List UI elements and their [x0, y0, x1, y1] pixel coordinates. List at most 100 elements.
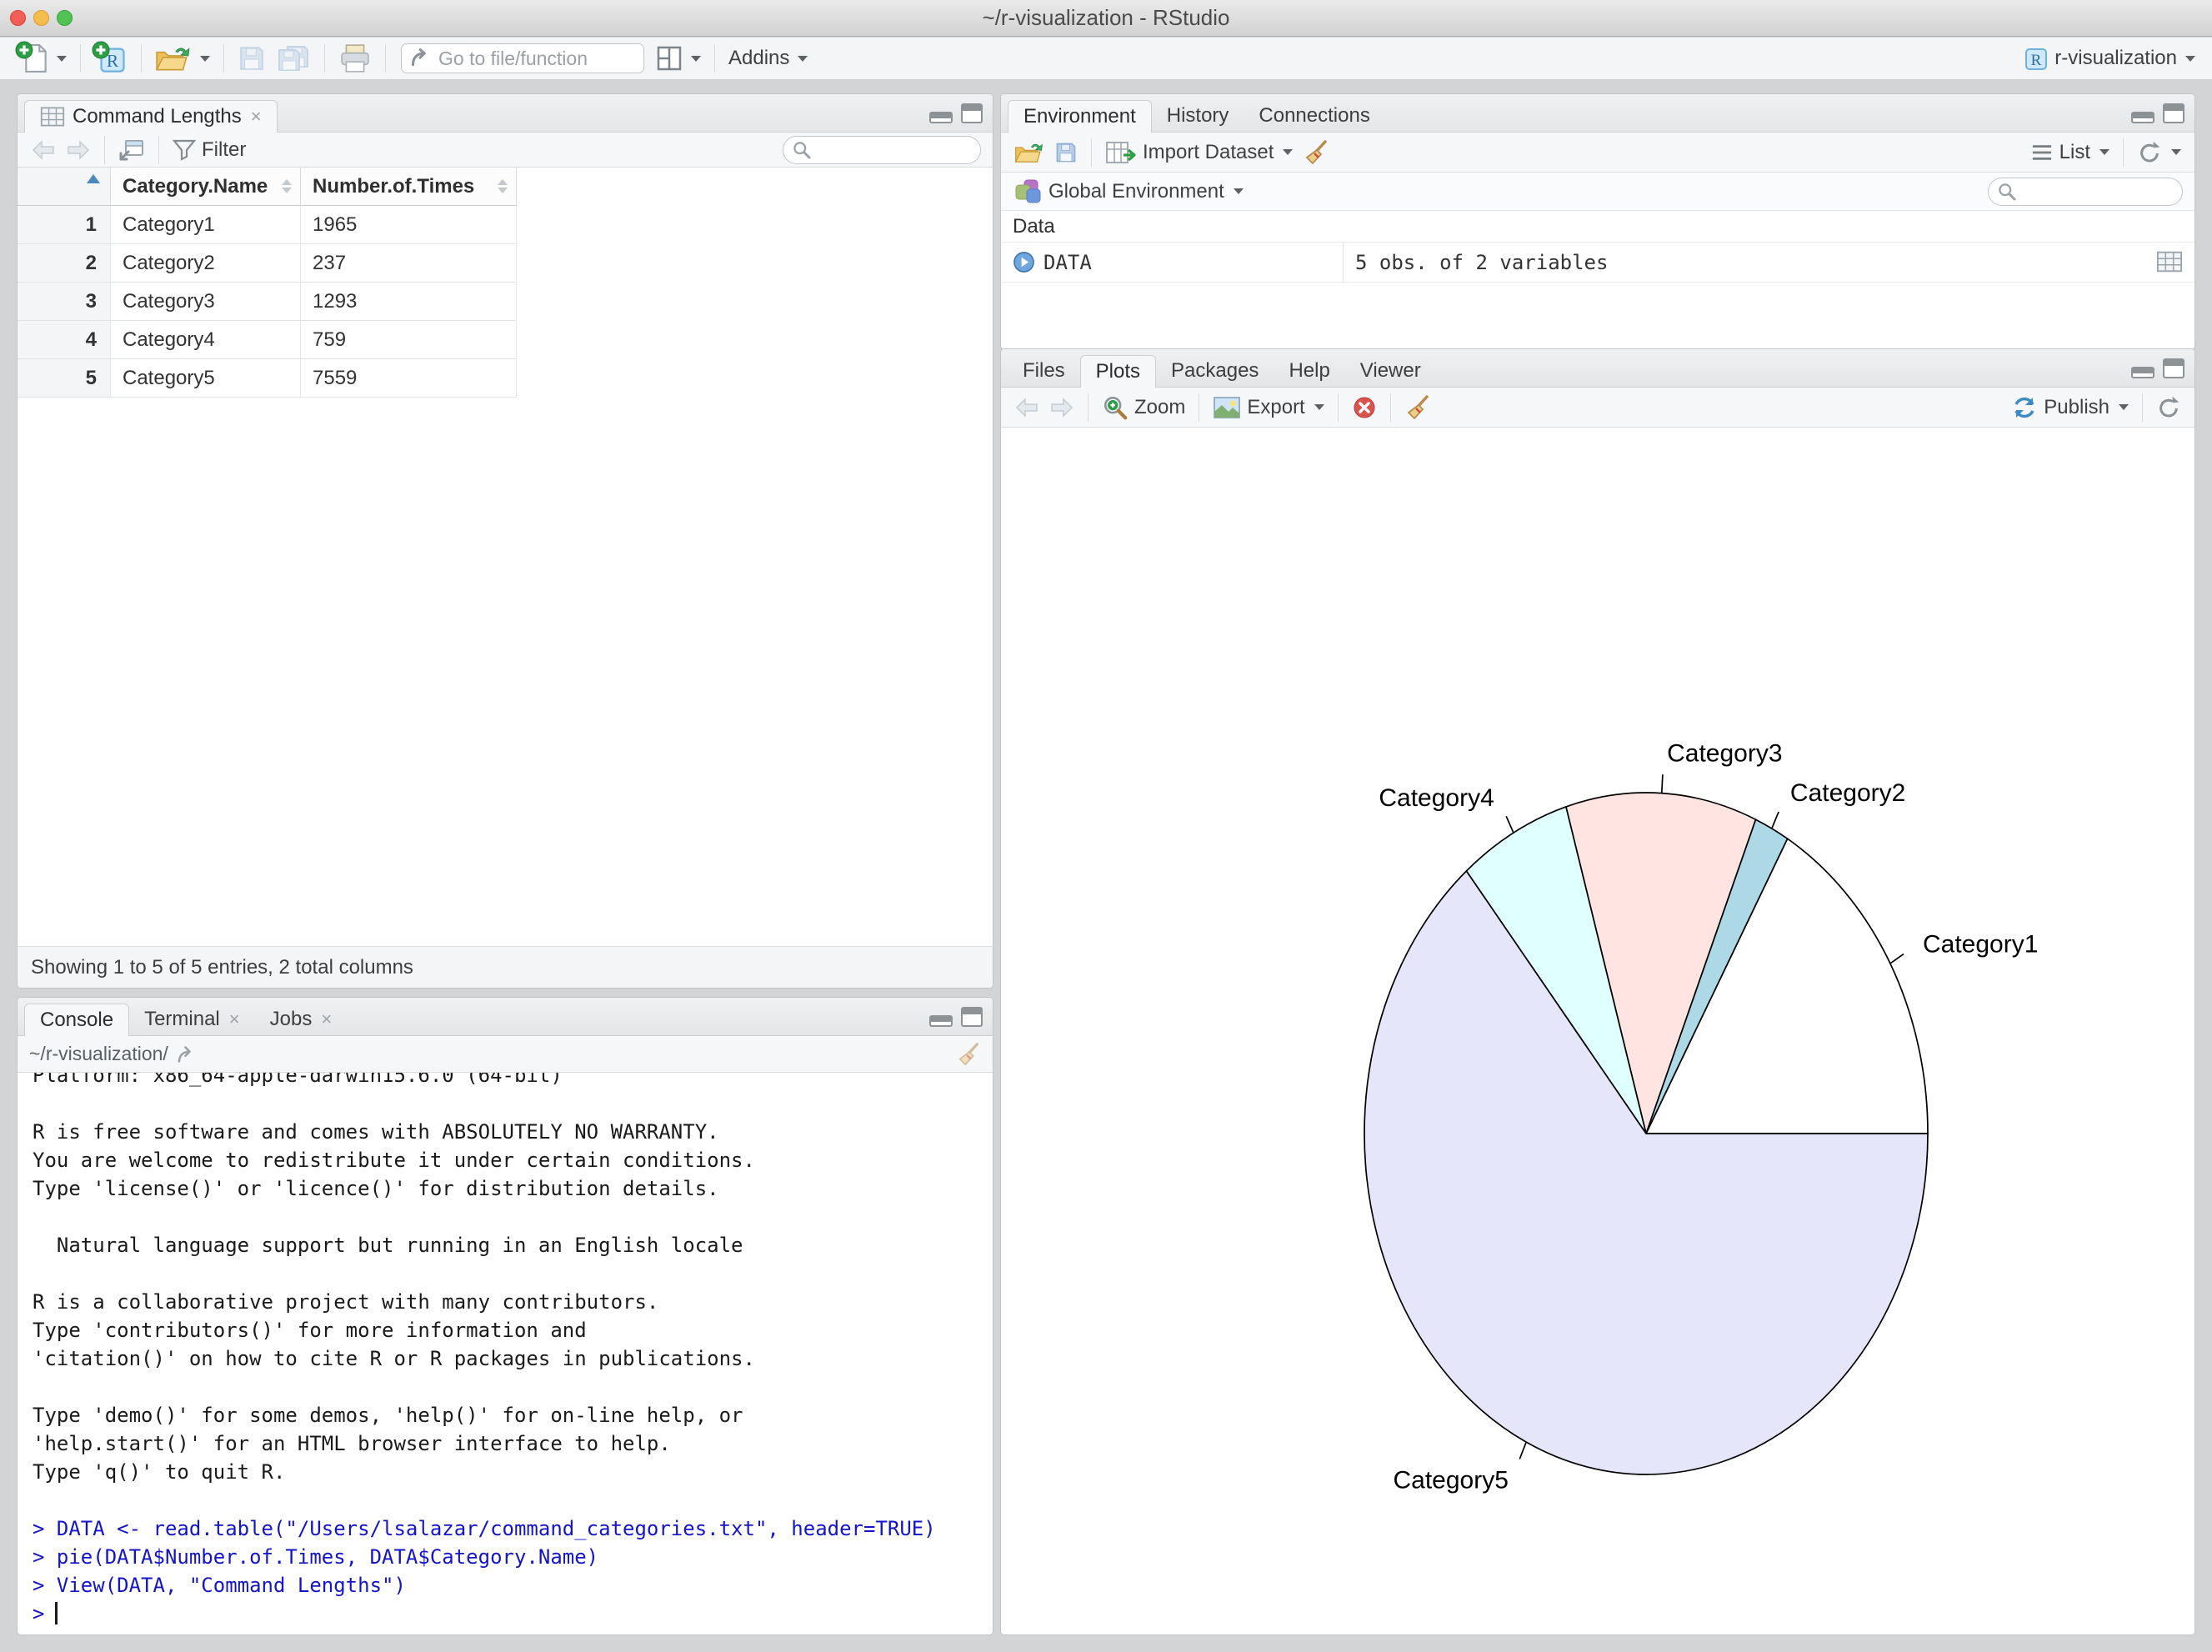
minimize-pane-icon[interactable]: [929, 1015, 953, 1027]
console-output[interactable]: Platform: x86_64-apple-darwin15.6.0 (64-…: [18, 1073, 993, 1634]
viewer-tab-label: Command Lengths: [73, 105, 242, 128]
close-window-button[interactable]: [10, 10, 26, 26]
maximize-pane-icon[interactable]: [961, 103, 983, 123]
view-table-icon[interactable]: [2156, 250, 2183, 273]
search-icon: [1997, 182, 2017, 202]
environment-search-box[interactable]: [1988, 177, 2183, 206]
save-button[interactable]: [233, 41, 271, 76]
tab-terminal[interactable]: Terminal ×: [129, 1003, 255, 1035]
new-file-button[interactable]: [12, 39, 72, 78]
tab-viewer[interactable]: Viewer: [1345, 354, 1436, 387]
plot-display-area: Category1 Category2 Category3 Category4 Cate…: [1001, 428, 2194, 1634]
minimize-pane-icon[interactable]: [929, 112, 953, 123]
environment-scope-button[interactable]: Global Environment: [1009, 177, 1249, 207]
tab-label: Connections: [1259, 103, 1370, 127]
open-folder-icon: [1014, 141, 1044, 164]
save-all-button[interactable]: [271, 40, 316, 77]
console-output-line: 'citation()' on how to cite R or R packa…: [33, 1347, 755, 1370]
zoom-plot-button[interactable]: Zoom: [1097, 393, 1190, 423]
close-tab-icon[interactable]: ×: [321, 1009, 332, 1030]
tab-command-lengths[interactable]: Command Lengths ×: [24, 100, 278, 133]
viewer-search-box[interactable]: [783, 135, 981, 164]
go-to-directory-icon[interactable]: [177, 1045, 198, 1064]
tab-packages[interactable]: Packages: [1156, 354, 1274, 387]
pie-chart: Category1 Category2 Category3 Category4 Cate…: [1364, 740, 2038, 1494]
tab-label: History: [1166, 103, 1229, 127]
maximize-pane-icon[interactable]: [961, 1007, 983, 1027]
previous-plot-button[interactable]: [1009, 395, 1044, 420]
expand-object-icon[interactable]: [1013, 251, 1035, 273]
open-in-new-window-button[interactable]: [113, 137, 150, 163]
open-file-button[interactable]: [150, 41, 215, 76]
forward-button[interactable]: [61, 138, 96, 163]
zoom-magnifier-icon: [1102, 394, 1129, 421]
goto-file-box[interactable]: [401, 43, 644, 73]
refresh-plot-button[interactable]: [2151, 393, 2186, 422]
tab-plots[interactable]: Plots: [1079, 355, 1157, 388]
print-icon: [338, 43, 372, 73]
sort-toggle-icon: [282, 179, 292, 193]
next-plot-button[interactable]: [1044, 395, 1079, 420]
console-input-line: > View(DATA, "Command Lengths"): [33, 1574, 406, 1597]
maximize-pane-icon[interactable]: [2163, 358, 2184, 378]
zoom-window-button[interactable]: [57, 10, 73, 26]
clear-console-broom-icon[interactable]: [956, 1042, 981, 1067]
filter-button[interactable]: Filter: [168, 137, 251, 163]
environment-search-input[interactable]: [2017, 180, 2159, 203]
list-view-button[interactable]: List: [2025, 139, 2114, 166]
toolbar-separator: [1337, 393, 1339, 422]
goto-file-input[interactable]: [438, 47, 622, 70]
chevron-down-icon: [2185, 55, 2195, 62]
row-number-header[interactable]: [18, 168, 111, 206]
clear-all-plots-button[interactable]: [1399, 393, 1436, 423]
import-dataset-button[interactable]: Import Dataset: [1100, 138, 1298, 167]
global-environment-icon: [1014, 178, 1043, 205]
row-number-cell: 5: [18, 359, 111, 398]
close-tab-icon[interactable]: ×: [229, 1009, 240, 1030]
export-plot-button[interactable]: Export: [1208, 394, 1329, 421]
filter-funnel-icon: [173, 139, 196, 161]
tab-environment[interactable]: Environment: [1008, 100, 1152, 133]
open-folder-icon: [155, 44, 192, 73]
minimize-window-button[interactable]: [33, 10, 49, 26]
toolbar-separator: [141, 44, 142, 73]
viewer-search-input[interactable]: [812, 138, 953, 161]
tab-help[interactable]: Help: [1274, 354, 1344, 387]
publish-button[interactable]: Publish: [2006, 393, 2134, 423]
back-button[interactable]: [26, 138, 61, 163]
print-button[interactable]: [333, 40, 377, 77]
project-selector-button[interactable]: r-visualization: [2018, 42, 2200, 75]
maximize-pane-icon[interactable]: [2163, 103, 2184, 123]
console-output-line: Type 'contributors()' for more informati…: [33, 1319, 587, 1342]
close-tab-icon[interactable]: ×: [251, 106, 262, 128]
tab-connections[interactable]: Connections: [1244, 99, 1384, 132]
chevron-down-icon: [2119, 404, 2129, 410]
remove-plot-button[interactable]: [1347, 393, 1382, 422]
table-cell: Category3: [111, 283, 301, 321]
minimize-pane-icon[interactable]: [2131, 367, 2154, 378]
chevron-down-icon: [200, 55, 210, 62]
table-cell: Category4: [111, 321, 301, 359]
save-workspace-button[interactable]: [1049, 139, 1083, 166]
column-header-Number.of.Times[interactable]: Number.of.Times: [301, 168, 517, 206]
pie-label-Category2: Category2: [1790, 779, 1905, 807]
tab-history[interactable]: History: [1152, 99, 1244, 132]
refresh-environment-button[interactable]: [2132, 138, 2186, 167]
new-project-button[interactable]: [89, 39, 133, 78]
tab-jobs[interactable]: Jobs ×: [255, 1003, 348, 1035]
plots-panel: Files Plots Packages Help Viewer Zoom Ex…: [1000, 348, 2195, 1635]
toolbar-separator: [104, 135, 105, 164]
environment-object-row[interactable]: DATA 5 obs. of 2 variables: [1001, 243, 2194, 283]
table-cell: Category1: [111, 206, 301, 244]
load-workspace-button[interactable]: [1009, 139, 1049, 166]
table-cell: Category2: [111, 244, 301, 283]
pie-label-tick: [1505, 815, 1514, 834]
minimize-pane-icon[interactable]: [2131, 112, 2154, 123]
addins-button[interactable]: Addins: [723, 43, 813, 73]
panes-layout-button[interactable]: [651, 42, 706, 75]
tab-console[interactable]: Console: [24, 1004, 130, 1036]
tab-files[interactable]: Files: [1008, 354, 1080, 387]
column-header-Category.Name[interactable]: Category.Name: [111, 168, 301, 206]
data-viewer-panel: Command Lengths × Filter Category.Name Nu…: [17, 93, 993, 989]
clear-environment-button[interactable]: [1298, 138, 1334, 168]
